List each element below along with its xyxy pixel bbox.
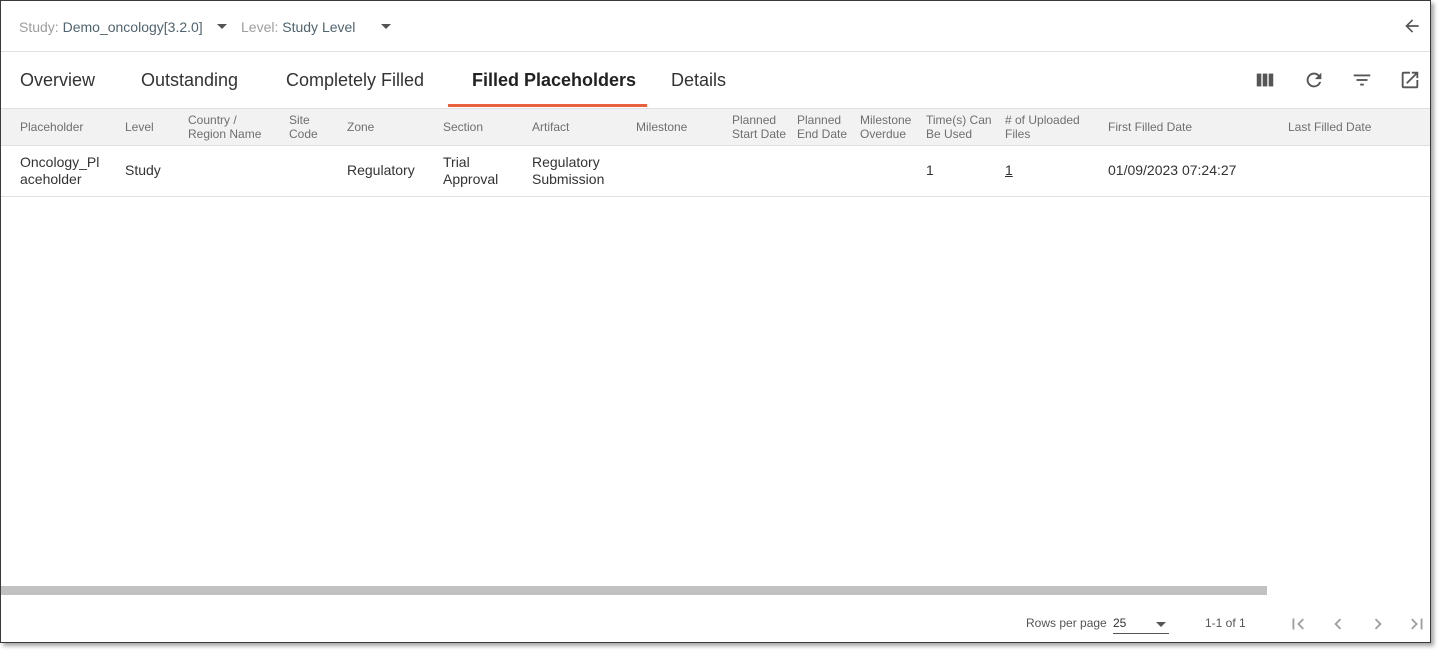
tab-details[interactable]: Details xyxy=(671,52,726,108)
filter-icon[interactable] xyxy=(1351,69,1373,91)
tab-completely-filled[interactable]: Completely Filled xyxy=(286,52,424,108)
col-country-region[interactable]: Country / Region Name xyxy=(188,113,261,141)
col-planned-end-date[interactable]: Planned End Date xyxy=(797,113,847,141)
cell-times-can-be-used: 1 xyxy=(926,162,934,178)
tab-outstanding[interactable]: Outstanding xyxy=(141,52,238,108)
last-page-icon[interactable] xyxy=(1406,613,1428,635)
first-page-icon[interactable] xyxy=(1287,613,1309,635)
cell-level: Study xyxy=(125,162,161,178)
table-row[interactable]: Oncology_Pl aceholder Study Regulatory Tr… xyxy=(1,146,1430,197)
cell-first-filled-date: 01/09/2023 07:24:27 xyxy=(1108,162,1237,178)
study-dropdown-icon[interactable] xyxy=(217,24,227,29)
col-milestone[interactable]: Milestone xyxy=(636,120,687,134)
col-first-filled-date[interactable]: First Filled Date xyxy=(1108,120,1192,134)
col-planned-start-date[interactable]: Planned Start Date xyxy=(732,113,786,141)
study-label: Study: xyxy=(19,19,59,35)
col-last-filled-date[interactable]: Last Filled Date xyxy=(1288,120,1371,134)
cell-uploaded-files: 1 xyxy=(1005,162,1013,179)
open-external-icon[interactable] xyxy=(1399,69,1421,91)
col-placeholder[interactable]: Placeholder xyxy=(20,120,83,134)
cell-placeholder: Oncology_Pl aceholder xyxy=(20,154,100,187)
active-tab-indicator xyxy=(448,104,647,107)
horizontal-scrollbar[interactable] xyxy=(1,586,1267,595)
table-header: Placeholder Level Country / Region Name S… xyxy=(1,109,1430,146)
col-milestone-overdue[interactable]: Milestone Overdue xyxy=(860,113,911,141)
rows-per-page-select[interactable]: 25 xyxy=(1113,613,1169,634)
col-zone[interactable]: Zone xyxy=(347,120,374,134)
pagination-range: 1-1 of 1 xyxy=(1205,616,1246,630)
uploaded-files-link[interactable]: 1 xyxy=(1005,162,1013,178)
back-arrow-icon[interactable] xyxy=(1402,16,1422,36)
report-panel: Study: Demo_oncology[3.2.0] Level: Study… xyxy=(0,0,1431,643)
tab-overview[interactable]: Overview xyxy=(20,52,95,108)
columns-icon[interactable] xyxy=(1254,69,1276,91)
cell-section: Trial Approval xyxy=(443,154,499,187)
next-page-icon[interactable] xyxy=(1367,613,1389,635)
col-uploaded-files[interactable]: # of Uploaded Files xyxy=(1005,113,1080,141)
previous-page-icon[interactable] xyxy=(1327,613,1349,635)
cell-zone: Regulatory xyxy=(347,162,415,178)
context-bar: Study: Demo_oncology[3.2.0] Level: Study… xyxy=(1,1,1430,52)
col-level[interactable]: Level xyxy=(125,120,154,134)
tab-filled-placeholders[interactable]: Filled Placeholders xyxy=(472,52,636,108)
study-selector[interactable]: Study: Demo_oncology[3.2.0] xyxy=(19,18,203,36)
tab-bar: Overview Outstanding Completely Filled F… xyxy=(1,52,1430,109)
level-label: Level: xyxy=(241,19,279,35)
level-selector[interactable]: Level: Study Level xyxy=(241,18,355,36)
level-value: Study Level xyxy=(282,19,356,35)
col-section[interactable]: Section xyxy=(443,120,483,134)
rows-per-page-label: Rows per page xyxy=(1026,616,1107,630)
chevron-down-icon xyxy=(1156,622,1166,627)
study-value: Demo_oncology[3.2.0] xyxy=(62,19,203,35)
col-artifact[interactable]: Artifact xyxy=(532,120,569,134)
rows-per-page-value: 25 xyxy=(1113,616,1127,630)
level-dropdown-icon[interactable] xyxy=(381,24,391,29)
cell-artifact: Regulatory Submission xyxy=(532,154,605,187)
col-times-can-be-used[interactable]: Time(s) Can Be Used xyxy=(926,113,992,141)
col-site-code[interactable]: Site Code xyxy=(289,113,318,141)
refresh-icon[interactable] xyxy=(1303,69,1325,91)
